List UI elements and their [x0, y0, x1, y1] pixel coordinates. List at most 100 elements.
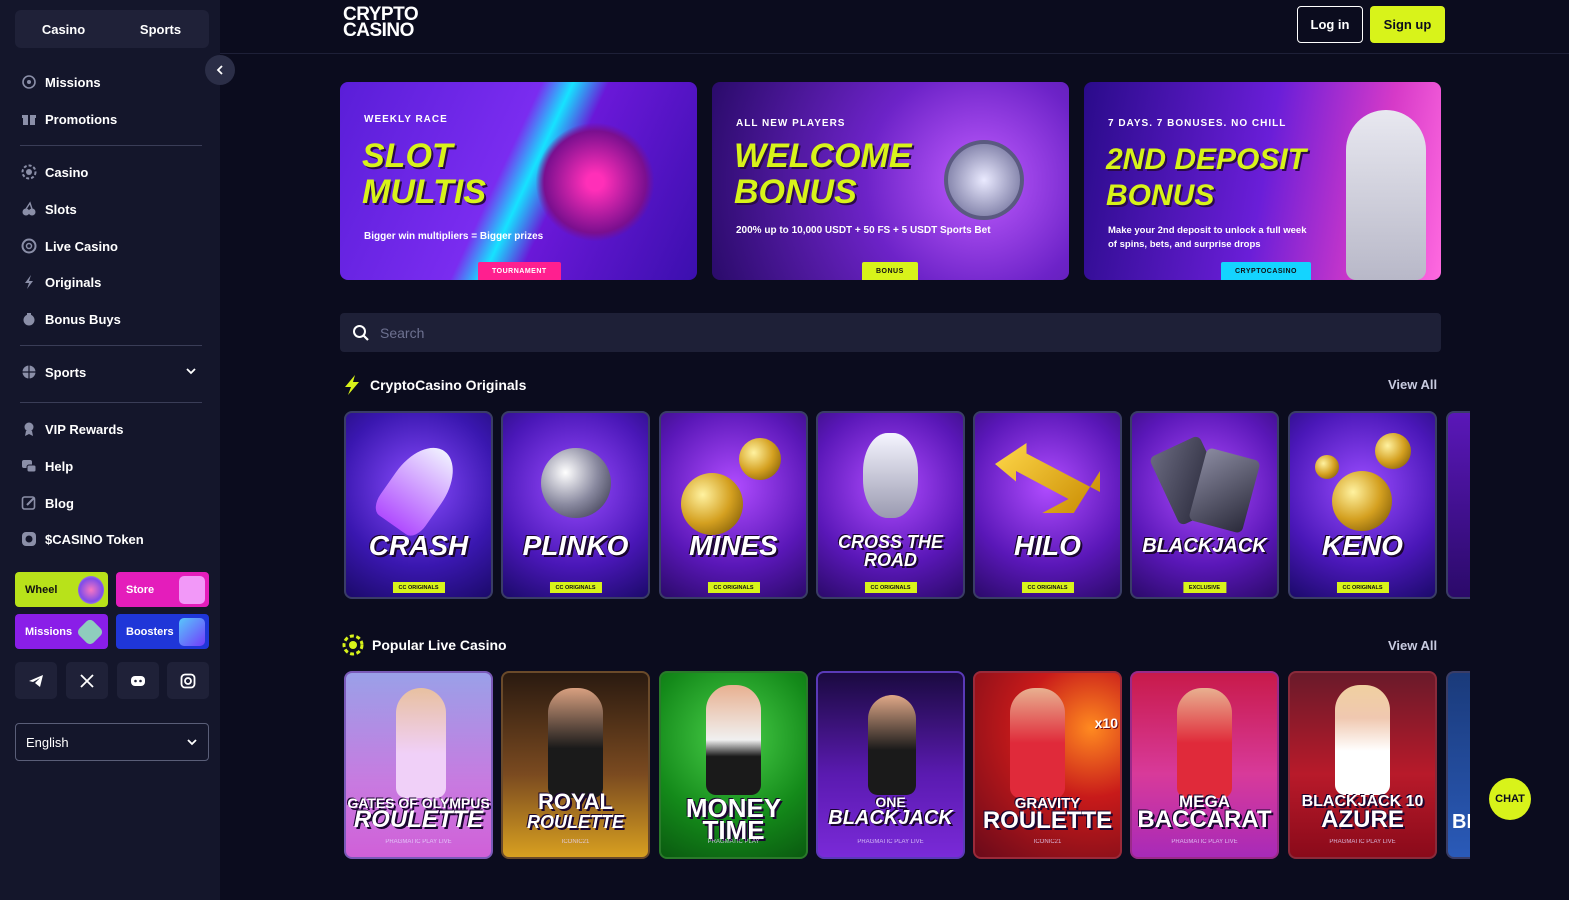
game-provider: ICONIC21	[1033, 839, 1062, 845]
game-provider: PRAGMATIC PLAY LIVE	[857, 839, 924, 845]
live-chip-icon	[20, 238, 37, 255]
collapse-sidebar-button[interactable]	[205, 55, 235, 85]
game-provider: PRAGMATIC PLAY LIVE	[1171, 839, 1238, 845]
missions-tile-label: Missions	[25, 625, 73, 638]
sidebar: Casino Sports Missions Promotions Casino…	[0, 0, 220, 900]
game-badge: EXCLUSIVE	[1182, 582, 1227, 593]
top-bar	[220, 0, 1569, 54]
game-card-hilo[interactable]: HILO CC ORIGINALS	[973, 411, 1122, 599]
live-card-peek[interactable]: BI	[1446, 671, 1470, 859]
mode-sports[interactable]: Sports	[112, 10, 209, 48]
wheel-icon	[78, 576, 104, 604]
chip-icon	[342, 634, 364, 656]
instagram-button[interactable]	[167, 662, 209, 699]
game-title-line: ROULETTE	[353, 806, 484, 833]
live-card-mega-baccarat[interactable]: MEGA BACCARAT PRAGMATIC PLAY LIVE	[1130, 671, 1279, 859]
sidebar-item-label: Promotions	[45, 111, 118, 127]
banner-slot-multis[interactable]: WEEKLY RACE SLOT MULTIS Bigger win multi…	[340, 82, 697, 280]
logo-line-2: CASINO	[343, 20, 414, 41]
coin-art	[1332, 471, 1392, 531]
game-title: CROSS THE ROAD	[837, 532, 943, 570]
live-card-royal-roulette[interactable]: ROYAL ROULETTE ICONIC21	[501, 671, 650, 859]
chat-bubbles-icon	[20, 458, 37, 475]
live-card-gravity-roulette[interactable]: x10 GRAVITY ROULETTE ICONIC21	[973, 671, 1122, 859]
live-card-money-time[interactable]: MONEY TIME PRAGMATIC PLAY	[659, 671, 808, 859]
originals-view-all-link[interactable]: View All	[1388, 377, 1437, 392]
discord-button[interactable]	[117, 662, 159, 699]
game-title-line: BACCARAT	[1137, 806, 1272, 833]
game-card-blackjack[interactable]: BLACKJACK EXCLUSIVE	[1130, 411, 1279, 599]
dealer-art	[548, 688, 603, 798]
game-card-peek[interactable]	[1446, 411, 1470, 599]
divider	[20, 402, 202, 403]
sidebar-item-blog[interactable]: Blog	[20, 492, 74, 514]
gem-icon	[75, 617, 105, 647]
live-card-blackjack-10-azure[interactable]: BLACKJACK 10 AZURE PRAGMATIC PLAY LIVE	[1288, 671, 1437, 859]
logo[interactable]: CRYPTO CASINO	[343, 5, 419, 41]
dealer-art	[1177, 688, 1232, 798]
live-casino-view-all-link[interactable]: View All	[1388, 638, 1437, 653]
sidebar-item-live-casino[interactable]: Live Casino	[20, 235, 118, 257]
target-icon	[20, 74, 37, 91]
game-card-crash[interactable]: CRASH CC ORIGINALS	[344, 411, 493, 599]
game-card-keno[interactable]: KENO CC ORIGINALS	[1288, 411, 1437, 599]
game-title: KENO	[1322, 530, 1403, 561]
chevron-down-icon[interactable]	[185, 365, 197, 377]
sidebar-item-sports[interactable]: Sports	[20, 361, 86, 383]
sidebar-item-help[interactable]: Help	[20, 455, 73, 477]
game-title: BLACKJACK	[1142, 535, 1267, 557]
game-card-plinko[interactable]: PLINKO CC ORIGINALS	[501, 411, 650, 599]
language-select[interactable]: English	[15, 723, 209, 761]
mode-casino[interactable]: Casino	[15, 10, 112, 48]
coin-art	[1315, 455, 1339, 479]
sidebar-item-vip-rewards[interactable]: VIP Rewards	[20, 418, 124, 440]
banner-headline-line: WELCOME	[734, 137, 912, 175]
search-bar[interactable]	[340, 313, 1441, 352]
game-card-cross-the-road[interactable]: CROSS THE ROAD CC ORIGINALS	[816, 411, 965, 599]
game-provider: PRAGMATIC PLAY	[707, 839, 760, 845]
search-input[interactable]	[380, 324, 980, 341]
sidebar-item-label: Blog	[45, 495, 74, 511]
banner-description: Make your 2nd deposit to unlock a full w…	[1108, 225, 1307, 250]
banner-headline-line: BONUS	[734, 173, 857, 211]
live-card-gates-of-olympus-roulette[interactable]: GATES OF OLYMPUS ROULETTE PRAGMATIC PLAY…	[344, 671, 493, 859]
boosters-tile[interactable]: Boosters	[116, 614, 209, 649]
telegram-button[interactable]	[15, 662, 57, 699]
sidebar-item-label: Live Casino	[45, 238, 118, 254]
sidebar-item-label: VIP Rewards	[45, 421, 124, 437]
live-card-one-blackjack[interactable]: ONE BLACKJACK PRAGMATIC PLAY LIVE	[816, 671, 965, 859]
game-card-mines[interactable]: MINES CC ORIGINALS	[659, 411, 808, 599]
banner-kicker: WEEKLY RACE	[364, 114, 448, 125]
x-button[interactable]	[66, 662, 108, 699]
game-badge: CC ORIGINALS	[707, 582, 760, 593]
sidebar-item-promotions[interactable]: Promotions	[20, 108, 117, 130]
banner-2nd-deposit[interactable]: 7 DAYS. 7 BONUSES. NO CHILL 2ND DEPOSIT …	[1084, 82, 1441, 280]
sidebar-item-label: Casino	[45, 164, 89, 180]
wheel-tile[interactable]: Wheel	[15, 572, 108, 607]
chat-button[interactable]: CHAT	[1489, 778, 1531, 820]
game-badge: CC ORIGINALS	[1336, 582, 1389, 593]
sidebar-item-label: Help	[45, 458, 74, 474]
dealer-art	[396, 688, 446, 798]
sidebar-item-slots[interactable]: Slots	[20, 198, 77, 220]
sidebar-item-missions[interactable]: Missions	[20, 71, 101, 93]
game-title: MINES	[689, 530, 778, 561]
sidebar-item-token[interactable]: $CASINO Token	[20, 528, 144, 550]
boosters-tile-label: Boosters	[126, 625, 174, 638]
missions-tile[interactable]: Missions	[15, 614, 108, 649]
banner-headline-line: BONUS	[1106, 179, 1215, 212]
dealer-art	[706, 685, 761, 795]
game-provider: PRAGMATIC PLAY LIVE	[1329, 839, 1396, 845]
sidebar-item-bonus-buys[interactable]: Bonus Buys	[20, 308, 121, 330]
section-title: CryptoCasino Originals	[370, 377, 527, 393]
banner-headline: 2ND DEPOSIT BONUS	[1106, 142, 1306, 214]
signup-button[interactable]: Sign up	[1370, 6, 1445, 43]
store-tile[interactable]: Store	[116, 572, 209, 607]
sidebar-item-originals[interactable]: Originals	[20, 271, 101, 293]
language-value: English	[26, 734, 69, 750]
sidebar-item-casino[interactable]: Casino	[20, 161, 88, 183]
banner-welcome-bonus[interactable]: ALL NEW PLAYERS WELCOME BONUS 200% up to…	[712, 82, 1069, 280]
originals-header: CryptoCasino Originals	[342, 374, 526, 396]
game-title-line: AZURE	[1321, 806, 1404, 833]
login-button[interactable]: Log in	[1297, 6, 1363, 43]
